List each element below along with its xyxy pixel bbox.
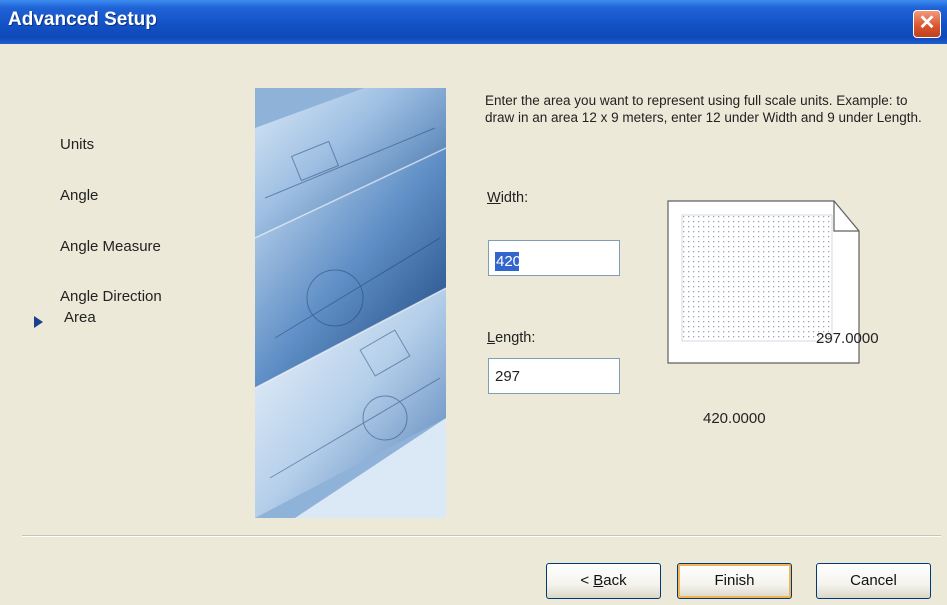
step-area: Area: [64, 309, 96, 326]
preview-height-readout: 297.0000: [816, 330, 879, 347]
length-input[interactable]: [488, 358, 620, 394]
step-units: Units: [60, 136, 95, 153]
close-button[interactable]: ✕: [913, 10, 941, 38]
title-bar: Advanced Setup ✕: [0, 0, 947, 44]
preview-width-readout: 420.0000: [703, 410, 766, 427]
button-separator: [22, 535, 941, 537]
width-label: Width:: [487, 190, 528, 206]
length-label-accelerator: L: [487, 330, 496, 346]
window-title: Advanced Setup: [8, 9, 157, 30]
current-step-arrow-icon: [34, 316, 43, 328]
length-label-text: ength:: [495, 330, 536, 346]
width-label-text: idth:: [500, 190, 529, 206]
step-angle-direction: Angle Direction: [60, 288, 162, 305]
back-button-text: ack: [603, 572, 627, 589]
back-button-prefix: <: [580, 572, 594, 589]
width-input-selection: 420: [495, 252, 522, 271]
back-button[interactable]: < Back: [546, 563, 661, 599]
length-label: Length:: [487, 330, 535, 346]
finish-button-label: Finish: [714, 572, 755, 589]
cancel-button-label: Cancel: [850, 572, 897, 589]
dialog-body: Units Angle Angle Measure Angle Directio…: [6, 44, 941, 605]
step-angle-measure: Angle Measure: [60, 238, 161, 255]
cancel-button[interactable]: Cancel: [816, 563, 931, 599]
close-icon: ✕: [918, 12, 936, 34]
width-label-accelerator: W: [487, 190, 501, 206]
step-angle: Angle: [60, 187, 99, 204]
blueprint-rolls-image: [255, 88, 446, 518]
area-instructions: Enter the area you want to represent usi…: [485, 93, 922, 125]
finish-button[interactable]: Finish: [677, 563, 792, 599]
back-button-accelerator: B: [593, 572, 604, 589]
